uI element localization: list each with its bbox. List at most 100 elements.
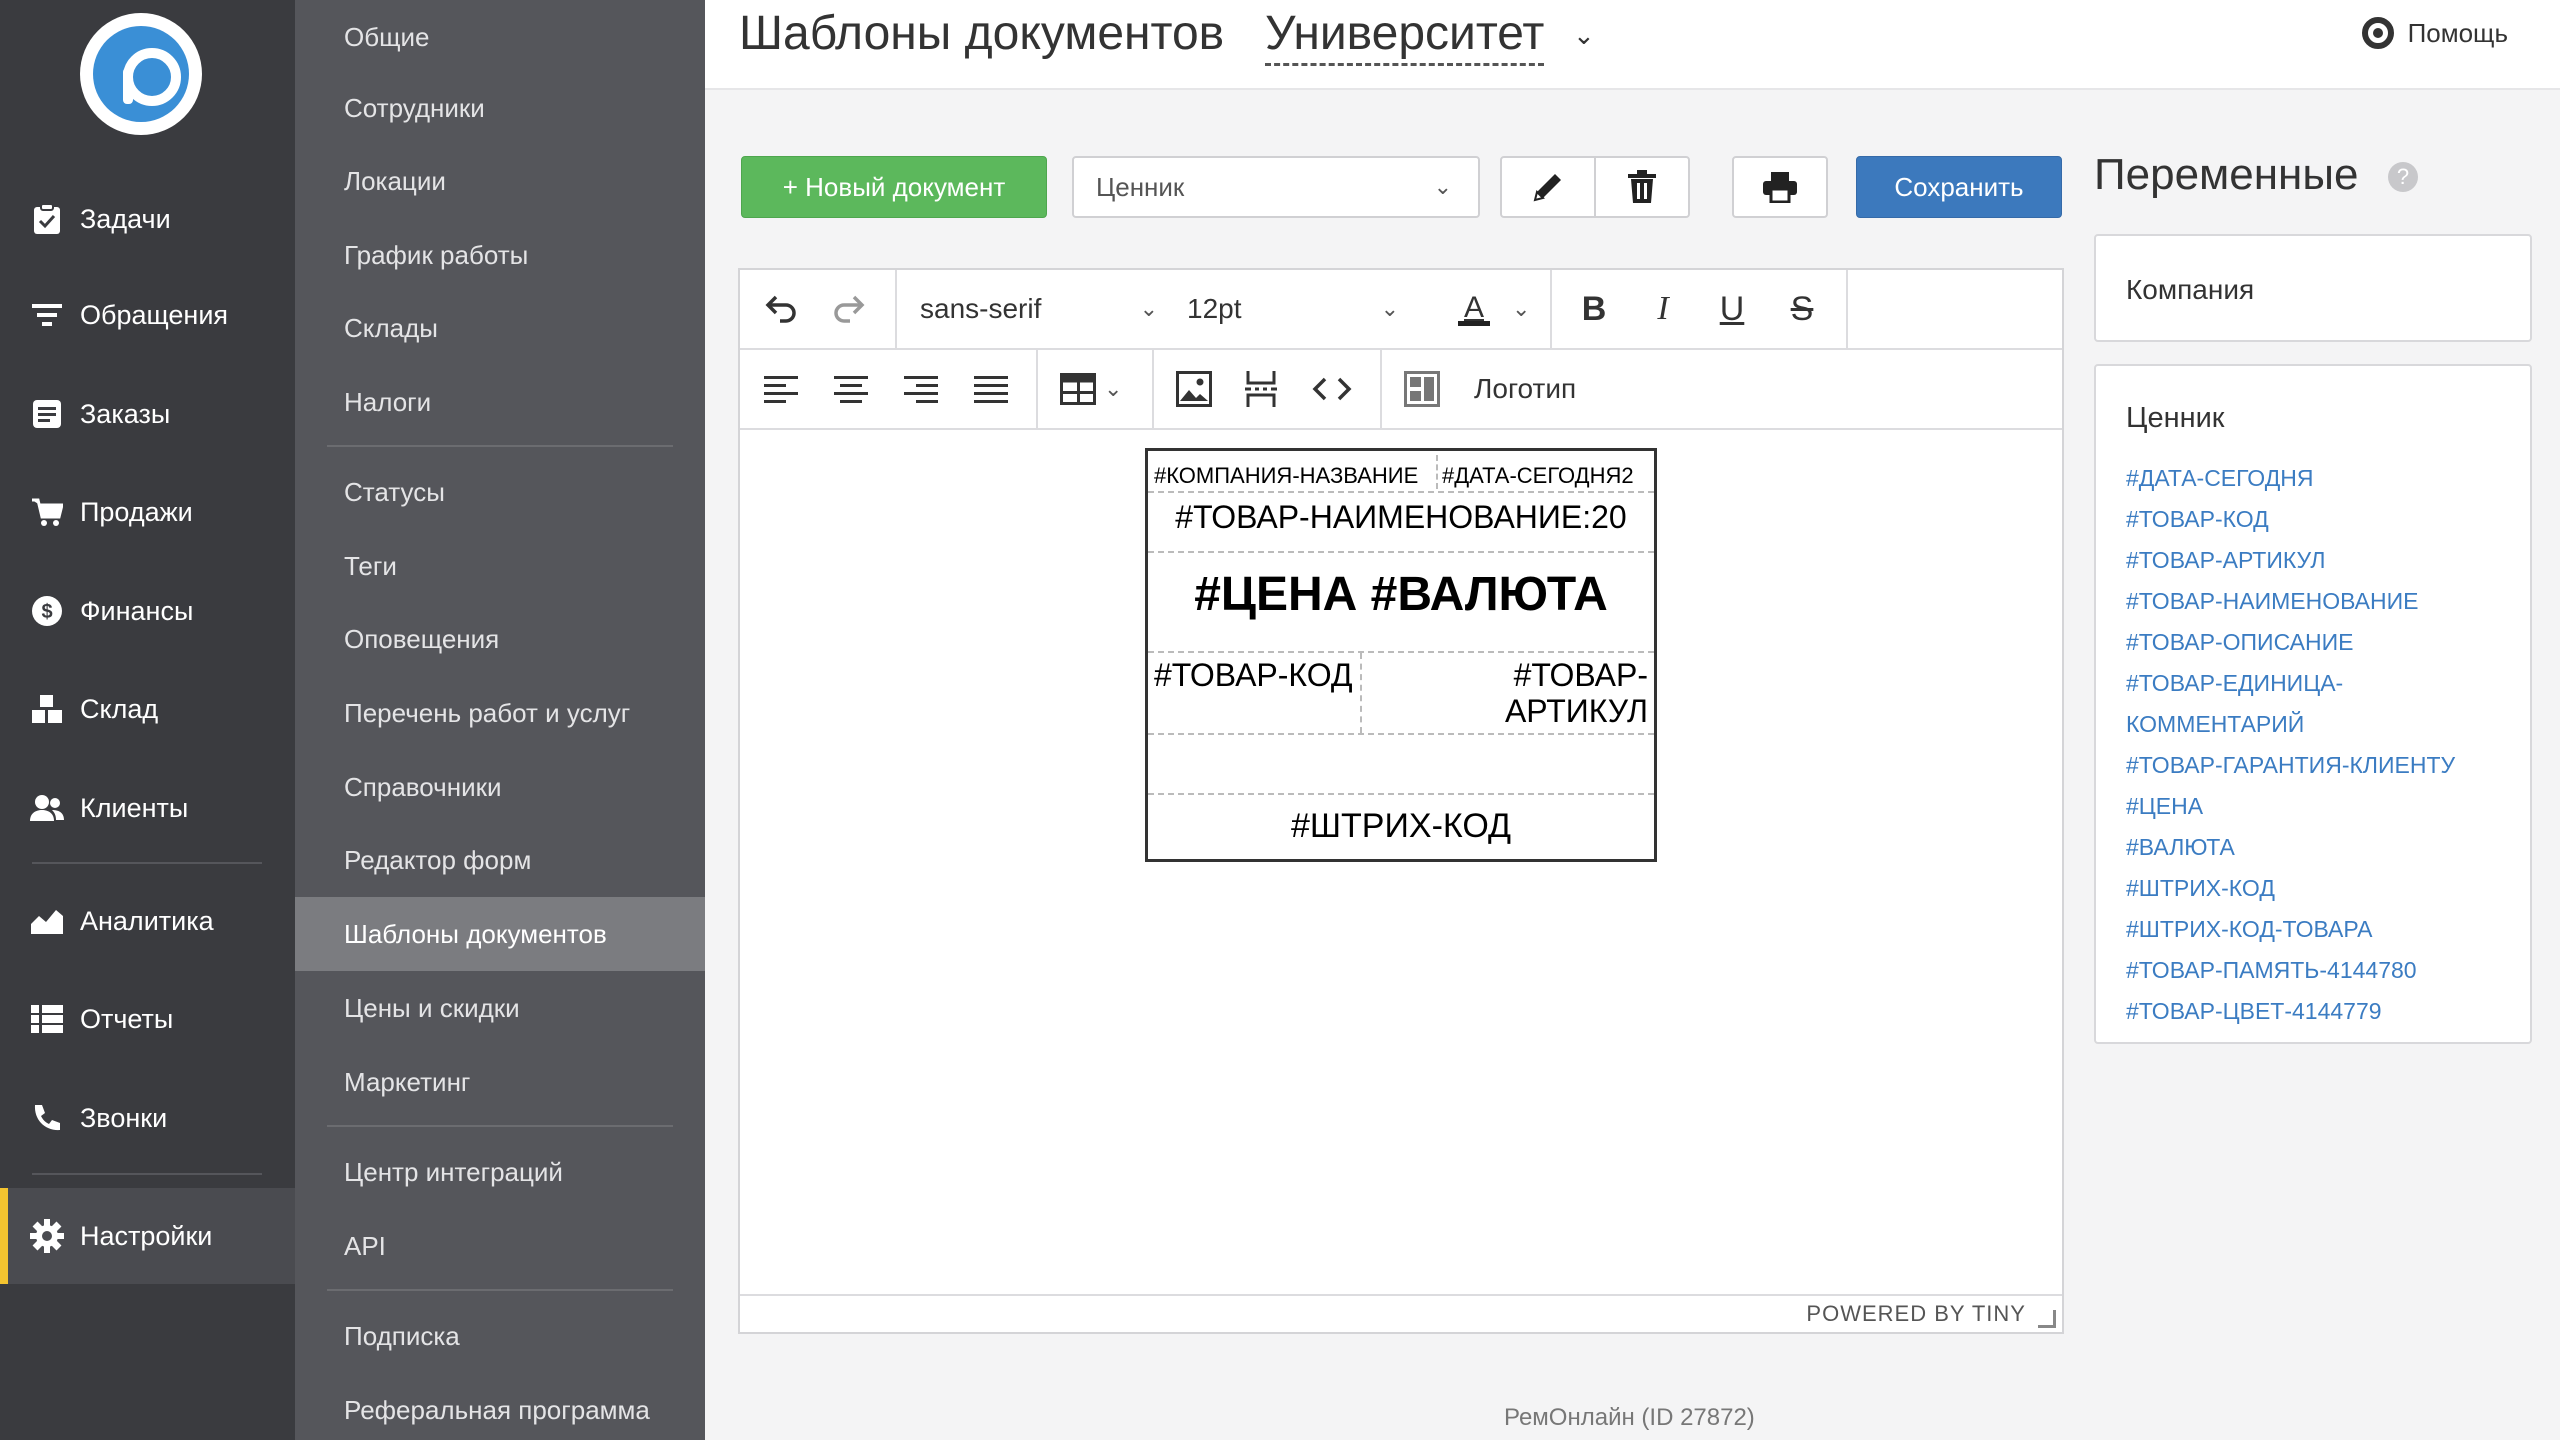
page-title: Шаблоны документов bbox=[739, 7, 1225, 60]
submenu-item-notifications[interactable]: Оповещения bbox=[295, 602, 705, 676]
align-justify-button[interactable] bbox=[974, 350, 1010, 428]
users-icon bbox=[30, 791, 64, 825]
main-sidebar: Задачи Обращения Заказы Продажи $ Финанс… bbox=[0, 0, 295, 1440]
nav-item-reports[interactable]: Отчеты bbox=[0, 974, 295, 1064]
underline-button[interactable]: U bbox=[1712, 270, 1752, 348]
editor-canvas[interactable]: #КОМПАНИЯ-НАЗВАНИЕ #ДАТА-СЕГОДНЯ2 #ТОВАР… bbox=[740, 430, 2062, 1296]
insert-image-button[interactable] bbox=[1176, 350, 1212, 428]
submenu-item-references[interactable]: Справочники bbox=[295, 750, 705, 824]
nav-item-analytics[interactable]: Аналитика bbox=[0, 876, 295, 966]
help-link[interactable]: Помощь bbox=[2361, 17, 2508, 49]
align-right-button[interactable] bbox=[904, 350, 940, 428]
font-size-select[interactable]: 12pt ⌄ bbox=[1187, 270, 1421, 348]
nav-item-sales[interactable]: Продажи bbox=[0, 467, 295, 557]
tasks-icon bbox=[30, 202, 64, 236]
text-color-icon: A bbox=[1458, 291, 1490, 326]
template-select[interactable]: Ценник ⌄ bbox=[1072, 156, 1480, 218]
submenu-item-employees[interactable]: Сотрудники bbox=[295, 71, 705, 145]
edit-template-button[interactable] bbox=[1502, 158, 1594, 216]
nav-item-calls[interactable]: Звонки bbox=[0, 1073, 295, 1163]
tag-empty-row bbox=[1148, 735, 1654, 795]
variable-link[interactable]: КОММЕНТАРИЙ bbox=[2126, 704, 2526, 745]
submenu-item-general[interactable]: Общие bbox=[295, 0, 705, 74]
chevron-down-icon: ⌄ bbox=[1139, 296, 1158, 321]
nav-item-settings[interactable]: Настройки bbox=[0, 1188, 295, 1284]
font-family-select[interactable]: sans-serif ⌄ bbox=[920, 270, 1180, 348]
variable-link[interactable]: #ТОВАР-ГАРАНТИЯ-КЛИЕНТУ bbox=[2126, 745, 2526, 786]
footer-account-id: РемОнлайн (ID 27872) bbox=[1504, 1404, 1755, 1431]
nav-label: Склад bbox=[80, 693, 159, 724]
align-center-button[interactable] bbox=[834, 350, 870, 428]
delete-template-button[interactable] bbox=[1594, 158, 1688, 216]
submenu-item-statuses[interactable]: Статусы bbox=[295, 455, 705, 529]
source-code-button[interactable] bbox=[1312, 350, 1352, 428]
nav-item-requests[interactable]: Обращения bbox=[0, 270, 295, 360]
submenu-item-api[interactable]: API bbox=[295, 1209, 705, 1283]
variable-link[interactable]: #ШТРИХ-КОД bbox=[2126, 868, 2526, 909]
filter-icon bbox=[30, 298, 64, 332]
variable-link[interactable]: #ТОВАР-ЕДИНИЦА- bbox=[2126, 663, 2526, 704]
chevron-down-icon: ⌄ bbox=[1512, 296, 1531, 321]
variable-link[interactable]: #ТОВАР-НАИМЕНОВАНИЕ bbox=[2126, 581, 2526, 622]
submenu-item-integrations[interactable]: Центр интеграций bbox=[295, 1135, 705, 1209]
submenu-divider bbox=[327, 445, 673, 447]
nav-item-orders[interactable]: Заказы bbox=[0, 369, 295, 459]
org-selector[interactable]: Университет bbox=[1265, 6, 1545, 66]
question-icon[interactable]: ? bbox=[2388, 162, 2418, 192]
submenu-item-doc-templates[interactable]: Шаблоны документов bbox=[295, 897, 705, 971]
submenu-item-subscription[interactable]: Подписка bbox=[295, 1299, 705, 1373]
align-left-button[interactable] bbox=[764, 350, 800, 428]
submenu-item-referral[interactable]: Реферальная программа bbox=[295, 1373, 705, 1440]
resize-handle[interactable] bbox=[2038, 1310, 2056, 1328]
nav-item-clients[interactable]: Клиенты bbox=[0, 763, 295, 853]
page-break-button[interactable] bbox=[1244, 350, 1278, 428]
table-button[interactable]: ⌄ bbox=[1060, 350, 1122, 428]
font-family-value: sans-serif bbox=[920, 293, 1042, 324]
italic-button[interactable]: I bbox=[1643, 270, 1683, 348]
submenu-item-warehouses[interactable]: Склады bbox=[295, 291, 705, 365]
price-tag-template[interactable]: #КОМПАНИЯ-НАЗВАНИЕ #ДАТА-СЕГОДНЯ2 #ТОВАР… bbox=[1145, 448, 1657, 862]
app-logo[interactable] bbox=[80, 13, 202, 135]
variable-link[interactable]: #ТОВАР-ОПИСАНИЕ bbox=[2126, 622, 2526, 663]
nav-divider bbox=[32, 1173, 262, 1175]
nav-label: Финансы bbox=[80, 595, 194, 626]
tag-code-var: #ТОВАР-КОД bbox=[1154, 657, 1353, 693]
new-document-button[interactable]: + Новый документ bbox=[741, 156, 1047, 218]
variable-link[interactable]: #ТОВАР-АРТИКУЛ bbox=[2126, 540, 2526, 581]
variable-link[interactable]: #ЦЕНА bbox=[2126, 786, 2526, 827]
submenu-item-services[interactable]: Перечень работ и услуг bbox=[295, 676, 705, 750]
strikethrough-button[interactable]: S bbox=[1782, 270, 1822, 348]
variable-link[interactable]: #ВАЛЮТА bbox=[2126, 827, 2526, 868]
nav-item-tasks[interactable]: Задачи bbox=[0, 174, 295, 264]
redo-button[interactable] bbox=[830, 270, 870, 348]
variable-link[interactable]: #ШТРИХ-КОД-ТОВАРА bbox=[2126, 909, 2526, 950]
submenu-item-locations[interactable]: Локации bbox=[295, 144, 705, 218]
bold-icon: B bbox=[1581, 289, 1607, 328]
submenu-item-form-editor[interactable]: Редактор форм bbox=[295, 823, 705, 897]
logo-button[interactable]: Логотип bbox=[1404, 350, 1576, 428]
variable-link[interactable]: #ДАТА-СЕГОДНЯ bbox=[2126, 458, 2526, 499]
submenu-item-prices[interactable]: Цены и скидки bbox=[295, 971, 705, 1045]
chevron-down-icon[interactable]: ⌄ bbox=[1573, 20, 1595, 51]
underline-icon: U bbox=[1719, 289, 1745, 328]
bold-button[interactable]: B bbox=[1574, 270, 1614, 348]
nav-item-finance[interactable]: $ Финансы bbox=[0, 566, 295, 656]
undo-button[interactable] bbox=[760, 270, 800, 348]
submenu-item-tags[interactable]: Теги bbox=[295, 529, 705, 603]
variable-link[interactable]: #ТОВАР-КОД bbox=[2126, 499, 2526, 540]
text-color-button[interactable]: A ⌄ bbox=[1454, 270, 1530, 348]
variable-link[interactable]: #ТОВАР-ПАМЯТЬ-4144780 bbox=[2126, 950, 2526, 991]
submenu-item-marketing[interactable]: Маркетинг bbox=[295, 1045, 705, 1119]
print-button[interactable] bbox=[1732, 156, 1828, 218]
powered-by-label[interactable]: POWERED BY TINY bbox=[1806, 1301, 2026, 1326]
trash-icon bbox=[1628, 170, 1656, 203]
svg-text:A: A bbox=[1464, 291, 1484, 324]
submenu-item-schedule[interactable]: График работы bbox=[295, 218, 705, 292]
save-button[interactable]: Сохранить bbox=[1856, 156, 2062, 218]
variables-list: #ДАТА-СЕГОДНЯ #ТОВАР-КОД #ТОВАР-АРТИКУЛ … bbox=[2126, 458, 2526, 1032]
nav-label: Аналитика bbox=[80, 905, 214, 936]
variables-group-company[interactable]: Компания bbox=[2094, 234, 2532, 342]
nav-item-warehouse[interactable]: Склад bbox=[0, 664, 295, 754]
submenu-item-taxes[interactable]: Налоги bbox=[295, 365, 705, 439]
variable-link[interactable]: #ТОВАР-ЦВЕТ-4144779 bbox=[2126, 991, 2526, 1032]
